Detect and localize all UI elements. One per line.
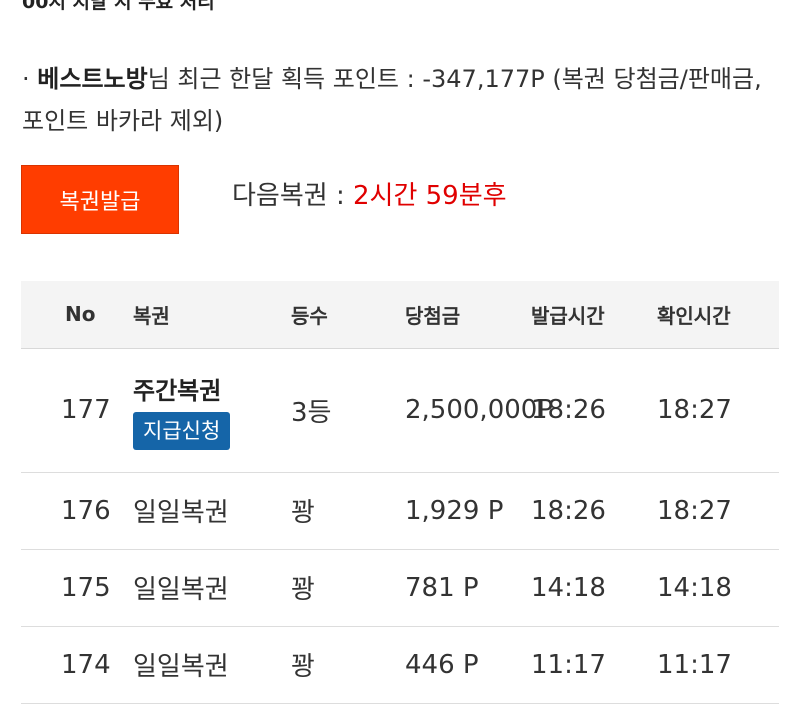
row-lottery-cell: 주간복권 지급신청 bbox=[133, 348, 291, 473]
row-issued-time: 18:26 bbox=[531, 348, 657, 473]
bullet: · bbox=[22, 65, 30, 93]
row-prize: 446 P bbox=[405, 626, 531, 704]
row-prize: 1,929 P bbox=[405, 472, 531, 550]
header-no: No bbox=[21, 281, 133, 349]
header-rank: 등수 bbox=[291, 281, 405, 349]
header-issued-time: 발급시간 bbox=[531, 281, 657, 349]
issue-lottery-button[interactable]: 복권발급 bbox=[21, 165, 179, 234]
table-row: 176 일일복권 꽝 1,929 P 18:26 18:27 bbox=[21, 472, 779, 550]
lottery-history-table: No 복권 등수 당첨금 발급시간 확인시간 177 주간복권 지급신청 3등 … bbox=[21, 281, 779, 704]
row-checked-time: 14:18 bbox=[657, 549, 779, 627]
row-checked-time: 18:27 bbox=[657, 472, 779, 550]
row-lottery-name: 일일복권 bbox=[133, 549, 291, 627]
claim-payout-button[interactable]: 지급신청 bbox=[133, 411, 231, 450]
row-rank: 꽝 bbox=[291, 472, 405, 550]
next-lottery-label: 다음복권 : bbox=[232, 181, 353, 211]
header-prize: 당첨금 bbox=[405, 281, 531, 349]
username: 베스트노방 bbox=[37, 65, 148, 93]
row-rank: 3등 bbox=[291, 348, 405, 473]
next-lottery-remaining: 2시간 59분후 bbox=[352, 181, 507, 211]
header-lottery: 복권 bbox=[133, 281, 291, 349]
table-row: 177 주간복권 지급신청 3등 2,500,000P 18:26 18:27 bbox=[21, 348, 779, 473]
row-checked-time: 11:17 bbox=[657, 626, 779, 704]
table-header-row: No 복권 등수 당첨금 발급시간 확인시간 bbox=[21, 281, 779, 349]
row-lottery-name: 주간복권 bbox=[133, 376, 222, 405]
row-prize: 781 P bbox=[405, 549, 531, 627]
row-lottery-name: 일일복권 bbox=[133, 472, 291, 550]
row-issued-time: 18:26 bbox=[531, 472, 657, 550]
row-checked-time: 18:27 bbox=[657, 348, 779, 473]
table-row: 174 일일복권 꽝 446 P 11:17 11:17 bbox=[21, 626, 779, 704]
next-lottery-timer: 다음복권 : 2시간 59분후 bbox=[232, 176, 507, 216]
row-no: 174 bbox=[21, 626, 133, 704]
monthly-points-summary: · 베스트노방님 최근 한달 획득 포인트 : -347,177P (복권 당첨… bbox=[22, 58, 782, 142]
row-no: 175 bbox=[21, 549, 133, 627]
row-rank: 꽝 bbox=[291, 549, 405, 627]
header-checked-time: 확인시간 bbox=[657, 281, 779, 349]
row-lottery-name: 일일복권 bbox=[133, 626, 291, 704]
row-no: 177 bbox=[21, 348, 133, 473]
row-no: 176 bbox=[21, 472, 133, 550]
table-row: 175 일일복권 꽝 781 P 14:18 14:18 bbox=[21, 549, 779, 627]
row-prize: 2,500,000P bbox=[405, 348, 553, 473]
row-issued-time: 14:18 bbox=[531, 549, 657, 627]
row-issued-time: 11:17 bbox=[531, 626, 657, 704]
row-rank: 꽝 bbox=[291, 626, 405, 704]
expiry-notice: 00시 지날 시 무효 처리 bbox=[22, 0, 215, 13]
